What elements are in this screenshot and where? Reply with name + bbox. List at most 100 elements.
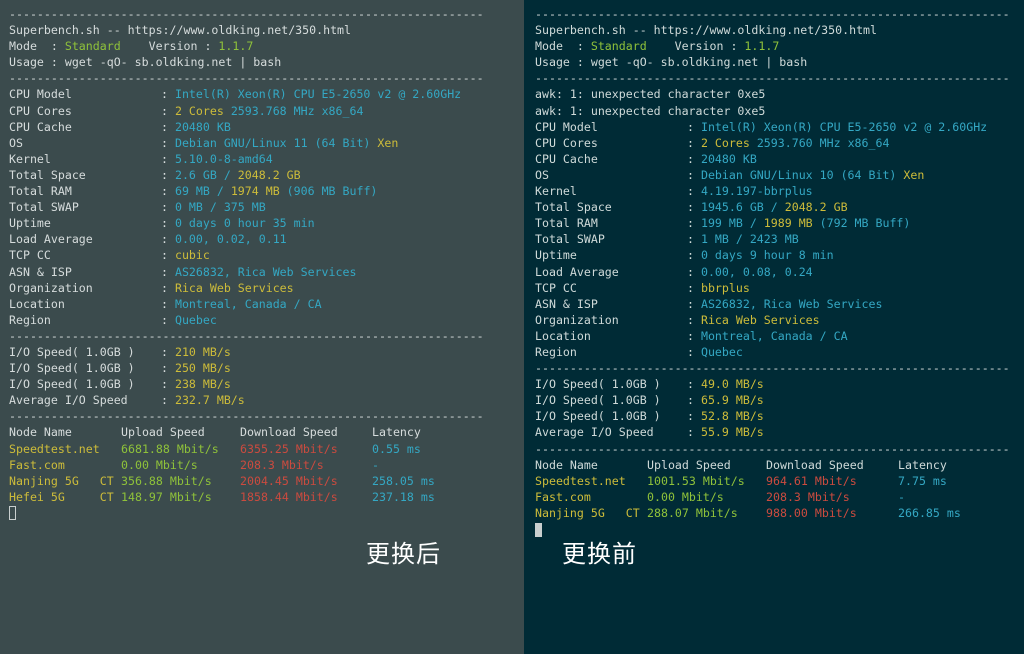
separator-line: ----------------------------------------… — [9, 71, 484, 86]
sysinfo-colon: : — [687, 312, 701, 327]
io-label: Average I/O Speed — [535, 425, 654, 440]
sysinfo-label: CPU Cores — [9, 103, 72, 118]
sysinfo-row: CPU Model: Intel(R) Xeon(R) CPU E5-2650 … — [9, 86, 518, 102]
sysinfo-row: Total Space: 2.6 GB / 2048.2 GB — [9, 167, 518, 183]
sysinfo-row: Region: Quebec — [535, 344, 1018, 360]
sysinfo-label: Total Space — [535, 200, 612, 215]
sysinfo-colon: : — [161, 119, 175, 134]
sysinfo-label: OS — [535, 167, 549, 182]
sysinfo-value: 2.6 GB / — [174, 167, 238, 182]
separator-line: ----------------------------------------… — [535, 71, 1010, 86]
download-speed: 988.00 Mbit/s — [766, 505, 857, 520]
io-colon: : — [161, 361, 175, 376]
node-name: Fast.com — [535, 489, 591, 504]
separator-line: ----------------------------------------… — [9, 328, 484, 343]
download-speed: 208.3 Mbit/s — [766, 489, 850, 504]
sysinfo-value: 1989 MB — [763, 216, 813, 231]
io-value: 238 MB/s — [174, 377, 231, 392]
io-label: I/O Speed( 1.0GB ) — [9, 361, 135, 376]
sysinfo-colon: : — [161, 296, 175, 311]
sysinfo-value: cubic — [174, 248, 210, 263]
sysinfo-value: 69 MB / — [174, 184, 231, 199]
sysinfo-label: TCP CC — [535, 280, 577, 295]
sysinfo-value: Rica Web Services — [700, 312, 820, 327]
sysinfo-colon: : — [687, 216, 701, 231]
io-label: I/O Speed( 1.0GB ) — [9, 344, 135, 359]
sysinfo-colon: : — [161, 167, 175, 182]
sysinfo-row: Kernel: 4.19.197-bbrplus — [535, 183, 1018, 199]
io-colon: : — [687, 377, 701, 392]
sysinfo-row: CPU Cache: 20480 KB — [535, 151, 1018, 167]
sysinfo-value: 20480 KB — [700, 151, 757, 166]
sysinfo-value: Quebec — [700, 344, 743, 359]
sysinfo-row: Kernel: 5.10.0-8-amd64 — [9, 151, 518, 167]
sysinfo-label: Organization — [535, 312, 619, 327]
sysinfo-value: Quebec — [174, 312, 217, 327]
sysinfo-row: OS: Debian GNU/Linux 11 (64 Bit) Xen — [9, 135, 518, 151]
separator-line: ----------------------------------------… — [535, 361, 1010, 376]
speedtest-column-header: Node Name — [535, 457, 598, 472]
node-name: Nanjing 5G CT — [535, 505, 640, 520]
sysinfo-row: Total RAM: 69 MB / 1974 MB (906 MB Buff) — [9, 183, 518, 199]
sysinfo-colon: : — [161, 312, 175, 327]
latency: 0.55 ms — [372, 441, 421, 456]
io-row: I/O Speed( 1.0GB ): 52.8 MB/s — [535, 408, 1018, 424]
sysinfo-row: Location: Montreal, Canada / CA — [535, 328, 1018, 344]
warning-line: awk: 1: unexpected character 0xe5 — [535, 103, 766, 118]
sysinfo-value: Xen — [903, 167, 925, 182]
header-usage: Usage : wget -qO- sb.oldking.net | bash — [9, 55, 282, 70]
io-row: I/O Speed( 1.0GB ): 210 MB/s — [9, 344, 518, 360]
sysinfo-colon: : — [687, 200, 701, 215]
sysinfo-value: (792 MB Buff) — [812, 216, 911, 231]
sysinfo-colon: : — [161, 216, 175, 231]
node-name: Speedtest.net — [9, 441, 100, 456]
comparison-screenshot: ----------------------------------------… — [0, 0, 1024, 654]
io-row: I/O Speed( 1.0GB ): 65.9 MB/s — [535, 392, 1018, 408]
sysinfo-label: CPU Cache — [9, 119, 72, 134]
speedtest-column-header: Upload Speed — [121, 425, 205, 440]
sysinfo-row: CPU Cache: 20480 KB — [9, 119, 518, 135]
latency: 258.05 ms — [372, 473, 435, 488]
sysinfo-colon: : — [161, 103, 175, 118]
sysinfo-value: 2 Cores — [174, 103, 224, 118]
latency: - — [898, 489, 905, 504]
download-speed: 2004.45 Mbit/s — [240, 473, 338, 488]
sysinfo-colon: : — [687, 167, 701, 182]
sysinfo-colon: : — [161, 232, 175, 247]
terminal-output: ----------------------------------------… — [535, 6, 1018, 537]
sysinfo-row: Organization: Rica Web Services — [535, 312, 1018, 328]
io-row: Average I/O Speed: 55.9 MB/s — [535, 424, 1018, 440]
speedtest-column-header: Upload Speed — [647, 457, 731, 472]
terminal-panel-after[interactable]: ----------------------------------------… — [0, 0, 524, 654]
io-colon: : — [161, 393, 175, 408]
separator-line: ----------------------------------------… — [535, 441, 1010, 456]
sysinfo-value: AS26832, Rica Web Services — [174, 264, 357, 279]
header-title: Superbench.sh -- https://www.oldking.net… — [9, 23, 352, 38]
sysinfo-colon: : — [687, 119, 701, 134]
io-value: 55.9 MB/s — [700, 425, 764, 440]
sysinfo-label: CPU Model — [9, 87, 72, 102]
sysinfo-row: Uptime: 0 days 9 hour 8 min — [535, 247, 1018, 263]
terminal-cursor[interactable] — [535, 522, 542, 537]
sysinfo-colon: : — [687, 135, 701, 150]
speedtest-row: Fast.com 0.00 Mbit/s 208.3 Mbit/s - — [9, 457, 518, 473]
terminal-panel-before[interactable]: ----------------------------------------… — [524, 0, 1024, 654]
terminal-cursor[interactable] — [9, 506, 16, 521]
sysinfo-row: Load Average: 0.00, 0.02, 0.11 — [9, 231, 518, 247]
sysinfo-label: Organization — [9, 280, 93, 295]
sysinfo-colon: : — [687, 280, 701, 295]
sysinfo-value: Intel(R) Xeon(R) CPU E5-2650 v2 @ 2.60GH… — [174, 87, 462, 102]
sysinfo-label: Total Space — [9, 167, 86, 182]
sysinfo-row: Total RAM: 199 MB / 1989 MB (792 MB Buff… — [535, 215, 1018, 231]
sysinfo-value: 0.00, 0.08, 0.24 — [700, 264, 813, 279]
sysinfo-label: Region — [535, 344, 577, 359]
speedtest-header: Node Name Upload Speed Download Speed Laten… — [535, 457, 1018, 473]
sysinfo-row: Region: Quebec — [9, 312, 518, 328]
sysinfo-label: CPU Cores — [535, 135, 598, 150]
sysinfo-row: CPU Cores: 2 Cores 2593.768 MHz x86_64 — [9, 103, 518, 119]
io-label: I/O Speed( 1.0GB ) — [535, 409, 661, 424]
version-label: Version : — [646, 39, 745, 54]
sysinfo-label: Kernel — [535, 184, 577, 199]
upload-speed: 6681.88 Mbit/s — [121, 441, 219, 456]
sysinfo-value: Montreal, Canada / CA — [174, 296, 322, 311]
